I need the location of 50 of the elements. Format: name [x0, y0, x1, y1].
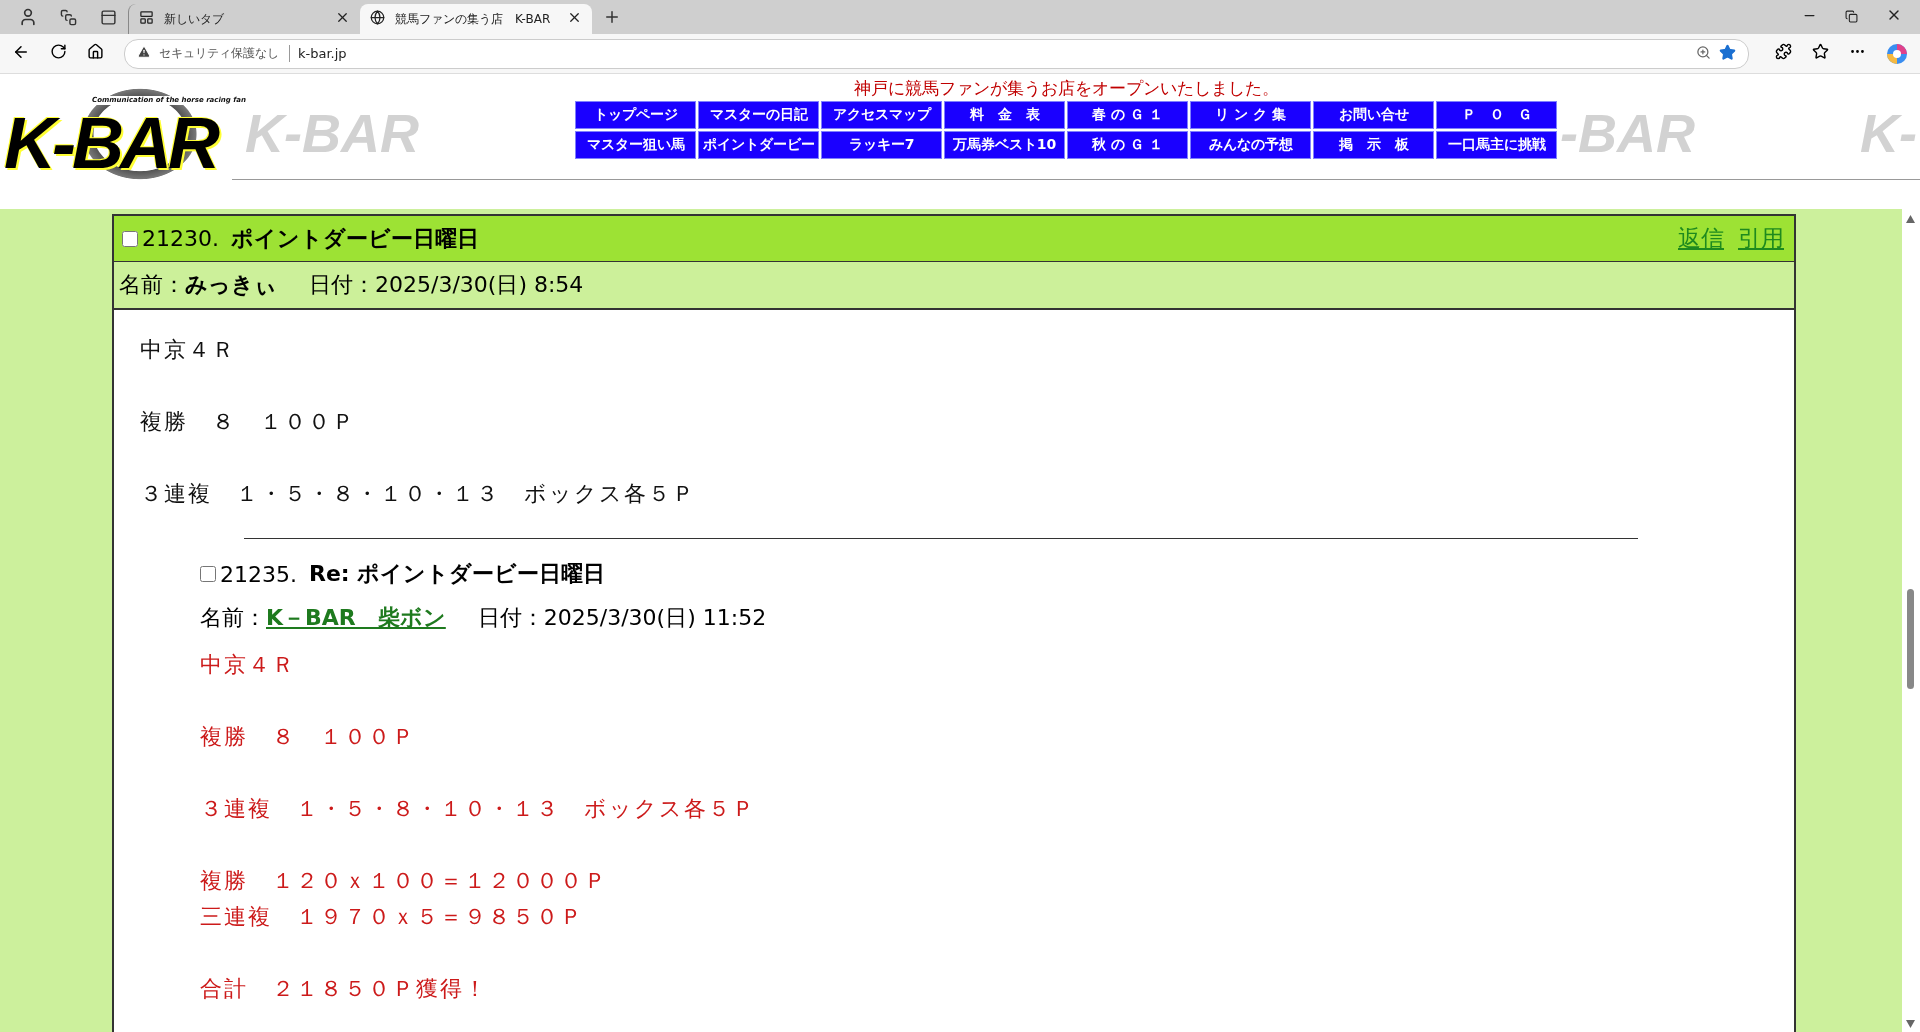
- nav-button[interactable]: リ ン ク 集: [1190, 101, 1311, 129]
- nav-button[interactable]: ポイントダービー: [698, 131, 819, 159]
- nav-button[interactable]: 一口馬主に挑戦: [1436, 131, 1557, 159]
- post-text-line: 複勝 ８ １００Ｐ: [200, 723, 417, 751]
- nav-button[interactable]: 料 金 表: [944, 101, 1065, 129]
- post-text-line: 三連複 １９７０ｘ５＝９８５０Ｐ: [200, 903, 585, 931]
- nav-button[interactable]: ラッキー7: [821, 131, 942, 159]
- nav-button[interactable]: お問い合せ: [1313, 101, 1434, 129]
- nav-button[interactable]: 秋 の Ｇ １: [1067, 131, 1188, 159]
- reply-date: 2025/3/30(日) 11:52: [543, 604, 767, 632]
- date-label: 日付：: [309, 271, 375, 299]
- announcement-text: 神戸に競馬ファンが集うお店をオープンいたしました。: [853, 77, 1279, 100]
- scroll-up-icon[interactable]: [1906, 215, 1915, 223]
- scroll-down-icon[interactable]: [1906, 1020, 1915, 1028]
- nav-button[interactable]: マスターの日記: [698, 101, 819, 129]
- tab-title: 競馬ファンの集う店 K-BAR: [395, 10, 552, 28]
- name-label: 名前：: [200, 604, 266, 632]
- select-checkbox[interactable]: [122, 230, 138, 247]
- nav-button[interactable]: 掲 示 板: [1313, 131, 1434, 159]
- select-checkbox[interactable]: [200, 566, 216, 582]
- date-label: 日付：: [477, 604, 544, 632]
- address-bar[interactable]: セキュリティ保護なし k-bar.jp: [124, 38, 1749, 69]
- reply-title: Re: ポイントダービー日曜日: [309, 560, 607, 588]
- nav-button[interactable]: みんなの予想: [1190, 131, 1311, 159]
- browser-tab[interactable]: 競馬ファンの集う店 K-BAR: [360, 4, 592, 34]
- nav-button[interactable]: 春 の Ｇ １: [1067, 101, 1188, 129]
- nav-button[interactable]: 万馬券ベスト10: [944, 131, 1065, 159]
- nav-button[interactable]: トップページ: [575, 101, 696, 129]
- post-text-line: 中京４Ｒ: [200, 651, 297, 679]
- post-title: ポイントダービー日曜日: [231, 224, 480, 253]
- scrollbar-thumb[interactable]: [1907, 589, 1914, 689]
- post-text-line: ３連複 １・５・８・１０・１３ ボックス各５Ｐ: [140, 480, 697, 508]
- post-text-line: ３連複 １・５・８・１０・１３ ボックス各５Ｐ: [200, 795, 757, 823]
- post-text-line: 中京４Ｒ: [140, 336, 237, 364]
- author-link[interactable]: K－BAR 柴ボン: [266, 603, 446, 633]
- copilot-icon[interactable]: [1886, 42, 1908, 65]
- name-label: 名前：: [119, 271, 185, 299]
- tab-title: 新しいタブ: [164, 10, 225, 28]
- post-text-line: 合計 ２１８５０Ｐ獲得！: [200, 975, 489, 1003]
- nav-button[interactable]: アクセスマップ: [821, 101, 942, 129]
- author-name: みっきぃ: [185, 271, 277, 299]
- security-label: セキュリティ保護なし: [159, 45, 290, 62]
- nav-button[interactable]: マスター狙い馬: [575, 131, 696, 159]
- nav-button[interactable]: Ｐ Ｏ Ｇ: [1436, 101, 1557, 129]
- url-text: k-bar.jp: [298, 46, 348, 61]
- post-text-line: 複勝 １２０ｘ１００＝１２０００Ｐ: [200, 867, 609, 895]
- post-number: 21230.: [142, 226, 219, 251]
- post-date: 2025/3/30(日) 8:54: [375, 271, 584, 299]
- post-text-line: 複勝 ８ １００Ｐ: [140, 408, 357, 436]
- reply-number: 21235.: [220, 561, 297, 587]
